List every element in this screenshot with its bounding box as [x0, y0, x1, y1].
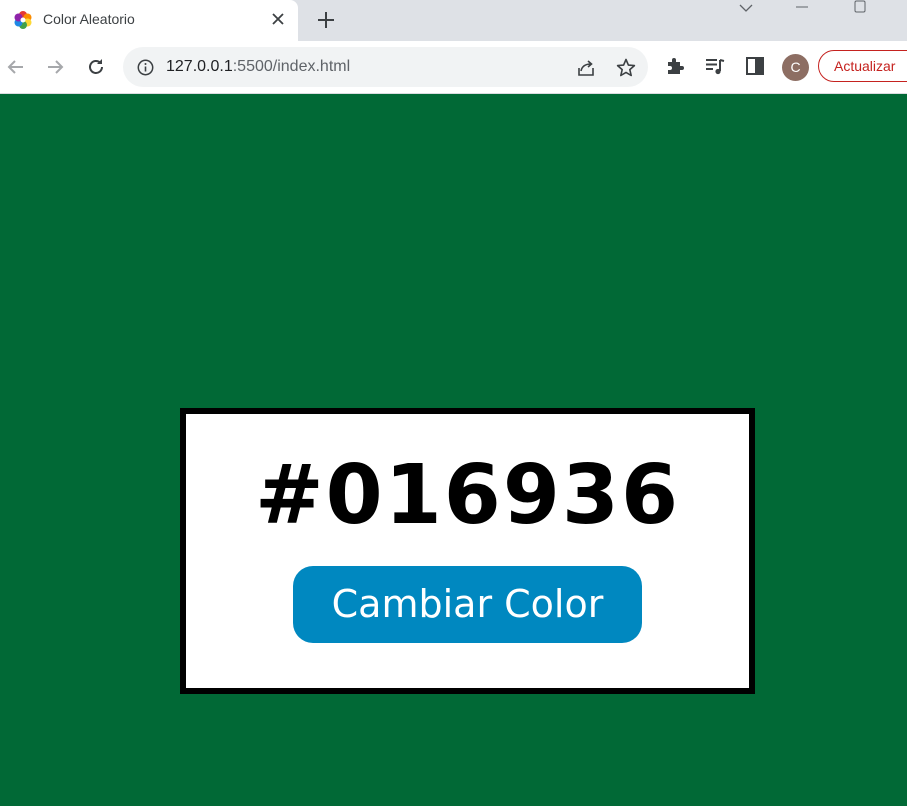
tab-color-aleatorio[interactable]: Color Aleatorio — [0, 0, 298, 41]
url-host: 127.0.0.1 — [166, 58, 233, 75]
change-color-button[interactable]: Cambiar Color — [293, 566, 642, 643]
tab-search-chevron-icon[interactable] — [731, 0, 761, 20]
browser-window: Color Aleatorio 127.0.0.1:5500/index.htm… — [0, 0, 907, 806]
bookmark-star-icon[interactable] — [615, 57, 637, 79]
url-path: :5500/index.html — [232, 58, 351, 75]
profile-avatar[interactable]: C — [782, 54, 809, 81]
color-wheel-icon — [14, 11, 32, 29]
page-background: #016936 Cambiar Color — [0, 94, 907, 806]
forward-arrow-icon[interactable] — [42, 54, 68, 80]
color-card: #016936 Cambiar Color — [180, 408, 755, 694]
tab-title: Color Aleatorio — [43, 11, 135, 27]
address-bar[interactable]: 127.0.0.1:5500/index.html — [123, 47, 648, 87]
extensions-puzzle-icon[interactable] — [664, 55, 686, 77]
browser-toolbar: 127.0.0.1:5500/index.html C Actualizar — [0, 41, 907, 94]
back-arrow-icon[interactable] — [3, 54, 29, 80]
share-icon[interactable] — [575, 57, 597, 79]
update-browser-button[interactable]: Actualizar — [818, 50, 907, 82]
maximize-icon[interactable] — [845, 0, 875, 20]
site-info-icon[interactable] — [137, 59, 154, 76]
new-tab-icon[interactable] — [314, 8, 338, 32]
minimize-icon[interactable] — [787, 0, 817, 20]
media-playlist-icon[interactable] — [704, 55, 726, 77]
side-panel-icon[interactable] — [744, 55, 766, 77]
reload-icon[interactable] — [83, 54, 109, 80]
color-code-text: #016936 — [254, 448, 681, 543]
close-icon[interactable] — [270, 11, 286, 27]
url-text[interactable]: 127.0.0.1:5500/index.html — [166, 58, 350, 76]
tab-strip: Color Aleatorio — [0, 0, 907, 41]
